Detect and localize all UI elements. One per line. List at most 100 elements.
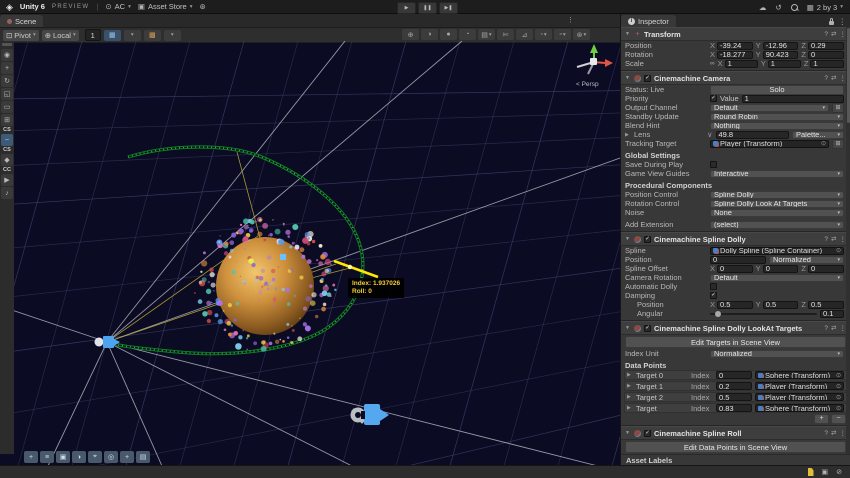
priority-checkbox[interactable]	[710, 95, 717, 102]
history-icon[interactable]: ↺	[775, 3, 781, 12]
gizmo-overlay-icon[interactable]: +	[120, 451, 134, 463]
tab-scene[interactable]: Scene	[0, 15, 44, 27]
audio-toggle-button[interactable]: ♪	[1, 187, 13, 199]
foldout-icon[interactable]: ▼	[625, 75, 631, 81]
snap-increment-dropdown[interactable]: ▾	[163, 29, 181, 41]
skybox-toggle-icon[interactable]: ●	[440, 29, 457, 40]
grid-snap-toggle[interactable]: ▦	[103, 29, 121, 41]
pivot-mode-button[interactable]: ⊡ Pivot ▾	[3, 29, 39, 41]
rect-tool-button[interactable]: ▭	[1, 101, 13, 113]
foldout-icon[interactable]: ▶	[625, 132, 631, 138]
search-icon[interactable]	[790, 3, 798, 11]
priority-field[interactable]: 1	[741, 94, 844, 103]
align-overlay-icon[interactable]: ≡	[40, 451, 54, 463]
object-picker-icon[interactable]: ⊙	[836, 372, 841, 379]
cinemachine-camera-gizmo[interactable]	[350, 404, 390, 425]
layers-overlay-icon[interactable]: ▤	[136, 451, 150, 463]
help-icon[interactable]: ?	[824, 430, 828, 437]
index-unit-dropdown[interactable]: Normalized	[710, 349, 844, 358]
spline-position-field[interactable]: 0	[710, 255, 766, 264]
link-scale-icon[interactable]: ∞	[710, 60, 715, 67]
foldout-icon[interactable]: ▶	[627, 383, 633, 389]
rotation-control-dropdown[interactable]: Spline Dolly Look At Targets	[710, 199, 844, 208]
position-y-field[interactable]: -12.96	[762, 41, 799, 50]
help-icon[interactable]: ?	[824, 31, 828, 38]
target-0-object-field[interactable]: Sphere (Transform) ⊙	[755, 371, 844, 379]
edit-channel-button[interactable]: ⊞	[832, 102, 844, 113]
game-view-guides-dropdown[interactable]: Interactive	[710, 169, 844, 178]
object-picker-icon[interactable]: ⊙	[821, 141, 826, 147]
presets-icon[interactable]: ⇄	[831, 324, 836, 332]
position-units-dropdown[interactable]: Normalized	[769, 255, 844, 264]
remove-target-button[interactable]: −	[831, 413, 846, 424]
fx-toggle-icon[interactable]: ◔	[459, 29, 476, 40]
damping-x-field[interactable]: 0.5	[717, 300, 753, 309]
object-picker-icon[interactable]: ⊙	[836, 394, 841, 401]
add-extension-dropdown[interactable]: (select)	[710, 220, 844, 229]
target-3-index-field[interactable]: 0.83	[716, 404, 752, 412]
lens-mode-dropdown[interactable]: Palette...	[792, 130, 844, 139]
blend-hint-dropdown[interactable]: Nothing	[710, 121, 844, 130]
visibility-dropdown[interactable]: ▤ ▾	[478, 29, 495, 40]
perspective-label[interactable]: < Persp	[576, 81, 599, 88]
foldout-icon[interactable]: ▶	[627, 394, 633, 400]
enable-checkbox[interactable]	[644, 74, 651, 82]
offset-x-field[interactable]: 0	[717, 264, 753, 273]
foldout-icon[interactable]: ▶	[627, 405, 633, 411]
move-tool-button[interactable]: +	[1, 62, 13, 74]
target-row-3[interactable]: ▶ Target Index 0.83 Sphere (Transform) ⊙	[624, 403, 847, 413]
object-picker-icon[interactable]: ⊙	[836, 405, 841, 412]
standby-update-dropdown[interactable]: Round Robin	[710, 112, 844, 121]
layout-dropdown[interactable]: ▦ 2 by 3 ▾	[807, 3, 843, 12]
gizmos-dropdown[interactable]: ⊛ ▾	[573, 29, 590, 40]
target-3-object-field[interactable]: Sphere (Transform) ⊙	[755, 404, 844, 412]
presets-icon[interactable]: ⇄	[831, 429, 836, 437]
scale-x-field[interactable]: 1	[724, 59, 758, 68]
rotation-z-field[interactable]: 0	[807, 50, 845, 59]
rotation-y-field[interactable]: 90.423	[762, 50, 799, 59]
measure-tool-icon[interactable]: ⊿	[516, 29, 533, 40]
play-button[interactable]: ▶	[397, 2, 416, 14]
position-control-dropdown[interactable]: Spline Dolly	[710, 190, 844, 199]
damping-z-field[interactable]: 0.5	[807, 300, 845, 309]
offset-y-field[interactable]: 0	[762, 264, 799, 273]
target-row-0[interactable]: ▶ Target 0 Index 0 Sphere (Transform) ⊙	[624, 370, 847, 380]
camera-rotation-dropdown[interactable]: Default	[710, 273, 844, 282]
dolly-track-handle[interactable]	[333, 259, 379, 279]
position-x-field[interactable]: -39.24	[717, 41, 753, 50]
edit-targets-button[interactable]: Edit Targets in Scene View	[625, 336, 846, 348]
enable-checkbox[interactable]	[644, 235, 651, 243]
console-warning-icon[interactable]	[807, 468, 814, 476]
foldout-icon[interactable]: ▼	[625, 325, 631, 331]
presets-icon[interactable]: ⇄	[831, 235, 836, 243]
foldout-icon[interactable]: ▼	[625, 430, 631, 436]
account-menu[interactable]: ⊙ AC ▾	[105, 2, 130, 11]
handle-rotation-button[interactable]: ⊕ Local ▾	[41, 29, 79, 41]
step-button[interactable]: ▶❚	[439, 2, 458, 14]
target-row-1[interactable]: ▶ Target 1 Index 0.2 Player (Transform) ⊙	[624, 381, 847, 391]
enable-checkbox[interactable]	[644, 324, 651, 332]
shading-overlay-icon[interactable]: ◑	[72, 451, 86, 463]
scale-y-field[interactable]: 1	[767, 59, 801, 68]
object-picker-icon[interactable]: ⊙	[836, 248, 841, 254]
edit-data-points-button[interactable]: Edit Data Points in Scene View	[625, 441, 846, 453]
tab-inspector[interactable]: i Inspector	[621, 15, 676, 27]
view-tool-button[interactable]: ◉	[1, 49, 13, 61]
help-icon[interactable]: ?	[824, 75, 828, 82]
spline-object-field[interactable]: Dolly Spline (Spline Container) ⊙	[710, 246, 844, 255]
blue-cube-object[interactable]	[280, 254, 286, 260]
scale-z-field[interactable]: 1	[810, 59, 845, 68]
angular-damping-slider[interactable]	[710, 310, 817, 318]
output-channel-dropdown[interactable]: Default	[710, 103, 829, 112]
damping-y-field[interactable]: 0.5	[762, 300, 799, 309]
enable-checkbox[interactable]	[644, 429, 651, 437]
save-during-play-checkbox[interactable]	[710, 161, 717, 168]
search-overlay-icon[interactable]: ◎	[104, 451, 118, 463]
rotation-x-field[interactable]: -18.277	[717, 50, 753, 59]
grid-snap-dropdown[interactable]: ▾	[123, 29, 141, 41]
solo-button[interactable]: Solo	[710, 84, 844, 95]
noise-dropdown[interactable]: None	[710, 208, 844, 217]
pause-button[interactable]: ❚❚	[418, 2, 437, 14]
target-2-object-field[interactable]: Player (Transform) ⊙	[755, 393, 844, 401]
object-picker-icon[interactable]: ⊙	[836, 383, 841, 390]
